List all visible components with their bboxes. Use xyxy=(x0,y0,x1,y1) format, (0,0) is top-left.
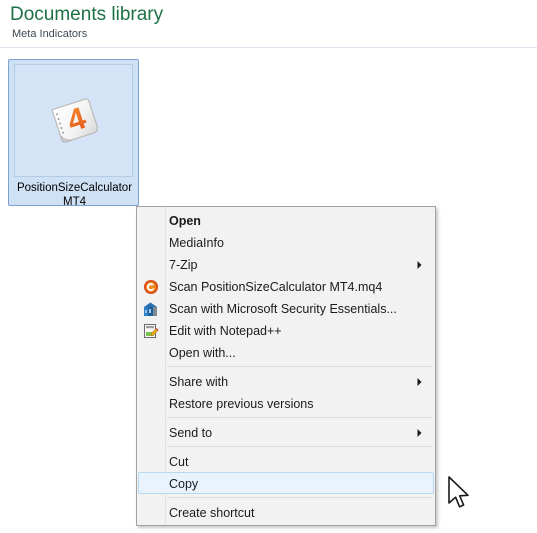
context-menu-items: Open MediaInfo 7-Zip Scan PositionSizeCalcu… xyxy=(137,209,435,523)
menu-separator xyxy=(167,497,433,498)
menu-item-label: Copy xyxy=(169,477,199,491)
menu-separator xyxy=(167,366,433,367)
notepad-plus-plus-icon xyxy=(144,324,159,338)
menu-item-label: Cut xyxy=(169,455,189,469)
file-thumbnail-frame: 4 xyxy=(14,64,133,177)
chevron-right-icon xyxy=(417,261,422,269)
menu-item-label: Scan with Microsoft Security Essentials.… xyxy=(169,302,397,316)
menu-item-open-with[interactable]: Open with... xyxy=(138,341,434,363)
menu-item-label: MediaInfo xyxy=(169,236,224,250)
file-tile-label: PositionSizeCalculator MT4 xyxy=(16,182,133,208)
menu-item-label: Restore previous versions xyxy=(169,397,314,411)
library-subtitle: Meta Indicators xyxy=(12,28,88,40)
menu-item-copy[interactable]: Copy xyxy=(138,472,434,494)
mq4-file-icon: 4 xyxy=(50,97,98,143)
menu-item-label: 7-Zip xyxy=(169,258,198,272)
library-header: Documents library Meta Indicators xyxy=(0,0,537,48)
menu-item-7-zip[interactable]: 7-Zip xyxy=(138,253,434,275)
explorer-window: Documents library Meta Indicators 4 Posi… xyxy=(0,0,537,533)
menu-item-label: Create shortcut xyxy=(169,506,255,520)
context-menu[interactable]: Open MediaInfo 7-Zip Scan PositionSizeCalcu… xyxy=(136,206,436,526)
file-tile-positionsizecalculator[interactable]: 4 PositionSizeCalculator MT4 xyxy=(8,59,139,208)
menu-separator xyxy=(167,417,433,418)
menu-item-label: Scan PositionSizeCalculator MT4.mq4 xyxy=(169,280,383,294)
menu-item-restore-previous-versions[interactable]: Restore previous versions xyxy=(138,392,434,414)
page-title: Documents library xyxy=(10,4,164,25)
menu-item-mediainfo[interactable]: MediaInfo xyxy=(138,231,434,253)
menu-item-cut[interactable]: Cut xyxy=(138,450,434,472)
menu-item-label: Open with... xyxy=(169,346,236,360)
menu-item-scan-with-microsoft-security-essentials[interactable]: Scan with Microsoft Security Essentials.… xyxy=(138,297,434,319)
menu-item-label: Share with xyxy=(169,375,229,389)
menu-item-label: Open xyxy=(169,214,201,228)
chevron-right-icon xyxy=(417,429,422,437)
menu-item-edit-with-notepad[interactable]: Edit with Notepad++ xyxy=(138,319,434,341)
menu-item-create-shortcut[interactable]: Create shortcut xyxy=(138,501,434,523)
menu-item-send-to[interactable]: Send to xyxy=(138,421,434,443)
menu-item-scan-positionsizecalculator-mt4-mq4[interactable]: Scan PositionSizeCalculator MT4.mq4 xyxy=(138,275,434,297)
comodo-scan-icon xyxy=(144,280,158,294)
security-essentials-icon xyxy=(144,302,157,316)
menu-item-label: Edit with Notepad++ xyxy=(169,324,282,338)
menu-item-open[interactable]: Open xyxy=(138,209,434,231)
menu-item-share-with[interactable]: Share with xyxy=(138,370,434,392)
menu-item-label: Send to xyxy=(169,426,213,440)
chevron-right-icon xyxy=(417,378,422,386)
menu-separator xyxy=(167,446,433,447)
